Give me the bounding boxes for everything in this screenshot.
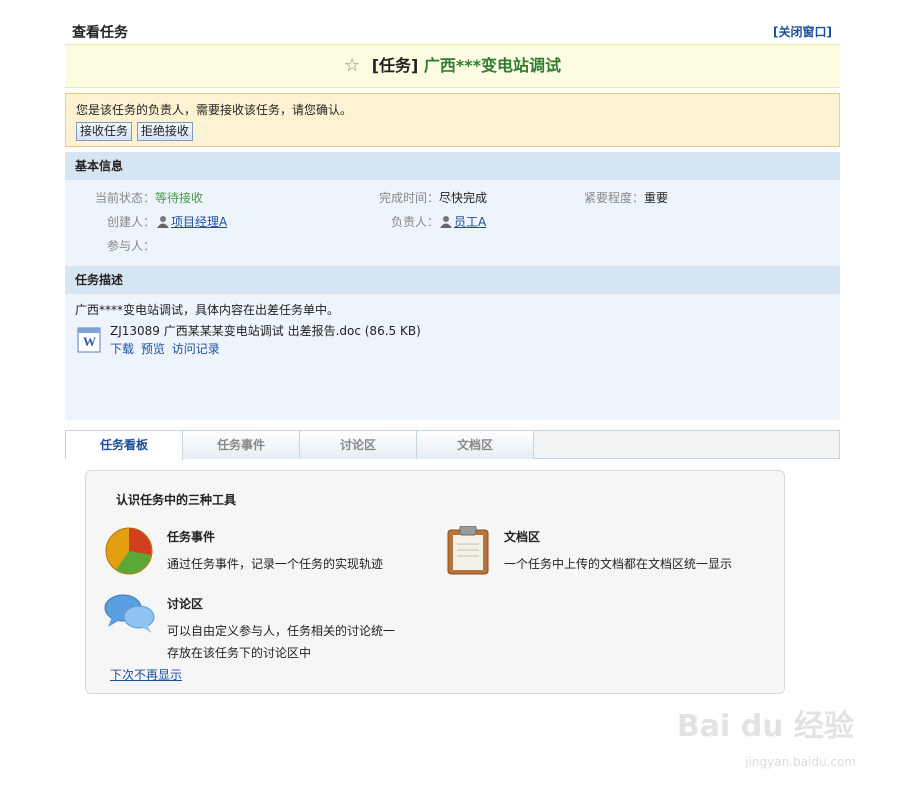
pie-chart-icon [105,527,153,575]
tool-title: 文档区 [504,530,541,544]
person-icon [157,216,169,228]
preview-link[interactable]: 预览 [141,342,165,356]
tool-desc-line2: 存放在该任务下的讨论区中 [167,646,312,660]
tab-task-events[interactable]: 任务事件 [183,431,300,459]
download-link[interactable]: 下载 [110,342,134,356]
info-row-participants: 参与人： [65,234,840,258]
tab-discussion[interactable]: 讨论区 [300,431,417,459]
attachment-name: ZJ13089 广西某某某变电站调试 出差报告.doc (86.5 KB) [110,324,421,338]
info-row-people: 创建人： 项目经理A 负责人： 员工A [65,210,840,234]
watermark-url: jingyan.baidu.com [745,755,856,769]
description-header: 任务描述 [65,266,840,294]
task-board: 认识任务中的三种工具 任务事件 通过任务事件，记录一个任务的实现轨迹 文档区 一… [85,470,785,694]
info-row-status: 当前状态： 等待接收 完成时间： 尽快完成 紧要程度： 重要 [65,186,840,210]
owner: 员工A [440,210,486,234]
accept-notice: 您是该任务的负责人，需要接收该任务，请您确认。 接收任务 拒绝接收 [65,93,840,147]
owner-label: 负责人： [390,215,439,229]
star-icon[interactable]: ☆ [344,55,360,76]
tool-desc: 一个任务中上传的文档都在文档区统一显示 [504,557,733,571]
tool-desc-line1: 可以自由定义参与人，任务相关的讨论统一 [167,624,396,638]
urgency-value: 重要 [644,191,669,205]
task-title-bar: ☆ [任务] 广西***变电站调试 [65,44,840,88]
notice-message: 您是该任务的负责人，需要接收该任务，请您确认。 [76,103,353,117]
tool-desc: 通过任务事件，记录一个任务的实现轨迹 [167,557,384,571]
task-type-label: [任务] [371,56,419,75]
description-text: 广西****变电站调试，具体内容在出差任务单中。 [75,303,340,317]
status-value: 等待接收 [155,191,204,205]
creator: 项目经理A [157,210,227,234]
board-title: 认识任务中的三种工具 [116,493,237,507]
watermark-logo: Bai du 经验 [676,709,854,744]
creator-label: 创建人： [106,215,155,229]
tab-task-board[interactable]: 任务看板 [66,431,183,460]
chat-bubbles-icon [104,594,155,633]
status-label: 当前状态： [94,191,155,205]
urgency-label: 紧要程度： [583,191,644,205]
participants-label: 参与人： [106,239,155,253]
owner-link[interactable]: 员工A [454,215,486,229]
page-title: 查看任务 [72,25,128,41]
access-log-link[interactable]: 访问记录 [172,342,220,356]
person-icon [440,216,452,228]
svg-text:W: W [83,334,96,349]
reject-task-button[interactable]: 拒绝接收 [136,122,193,141]
tool-title: 讨论区 [167,597,204,611]
deadline-label: 完成时间： [378,191,439,205]
task-info-panel: 基本信息 当前状态： 等待接收 完成时间： 尽快完成 紧要程度： 重要 创建人：… [65,152,840,420]
task-tabs: 任务看板 任务事件 讨论区 文档区 [65,430,840,460]
creator-link[interactable]: 项目经理A [171,215,227,229]
tab-documents[interactable]: 文档区 [417,431,534,459]
accept-task-button[interactable]: 接收任务 [76,122,133,141]
close-window-link[interactable]: [关闭窗口] [773,23,832,40]
task-name: 广西***变电站调试 [423,56,562,75]
clipboard-icon [447,526,489,575]
deadline-value: 尽快完成 [439,191,488,205]
word-doc-icon: W [77,327,101,353]
dont-show-again-link[interactable]: 下次不再显示 [110,666,182,683]
tool-title: 任务事件 [167,530,216,544]
attachment: W ZJ13089 广西某某某变电站调试 出差报告.doc (86.5 KB) … [65,320,840,360]
basic-info-header: 基本信息 [65,152,840,180]
